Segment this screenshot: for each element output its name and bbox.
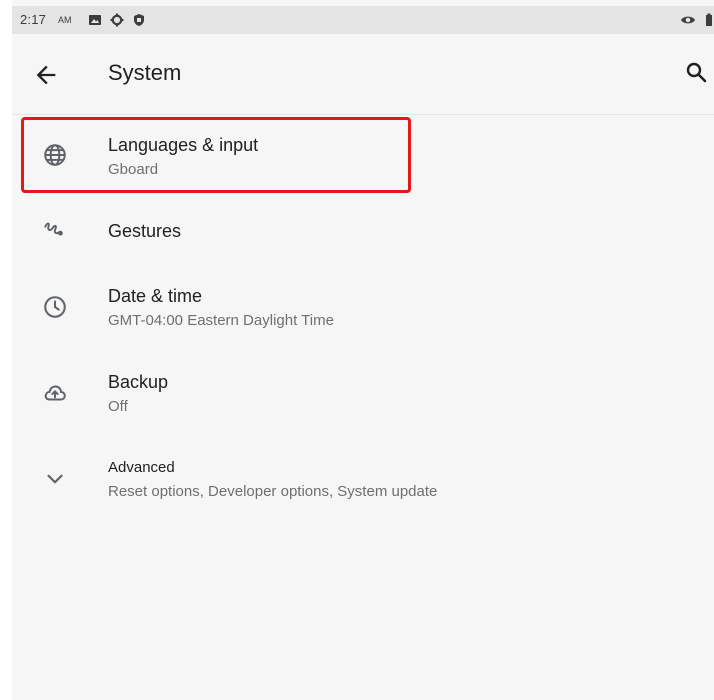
visibility-icon bbox=[681, 16, 695, 24]
chevron-down-icon bbox=[47, 474, 63, 484]
cloud-upload-icon bbox=[44, 385, 66, 401]
clock-icon bbox=[44, 296, 66, 318]
globe-icon bbox=[44, 144, 66, 166]
settings-item-backup[interactable]: Backup Off bbox=[12, 356, 714, 432]
status-time: 2:17 bbox=[20, 12, 47, 27]
status-bar: 2:17 AM bbox=[12, 6, 714, 34]
settings-item-languages-input[interactable]: Languages & input Gboard bbox=[12, 120, 714, 190]
settings-item-subtitle: GMT-04:00 Eastern Daylight Time bbox=[108, 312, 334, 329]
gear-icon bbox=[110, 13, 124, 27]
battery-icon bbox=[706, 13, 712, 26]
status-ampm: AM bbox=[58, 15, 72, 25]
arrow-back-icon[interactable] bbox=[32, 61, 60, 89]
settings-item-subtitle: Off bbox=[108, 398, 128, 415]
page-title: System bbox=[108, 60, 182, 85]
settings-item-title: Backup bbox=[108, 372, 169, 392]
settings-item-date-time[interactable]: Date & time GMT-04:00 Eastern Daylight T… bbox=[12, 270, 714, 346]
settings-item-gestures[interactable]: Gestures bbox=[12, 200, 714, 262]
app-bar: System bbox=[12, 34, 714, 115]
shield-icon bbox=[134, 14, 144, 26]
settings-item-title: Date & time bbox=[108, 286, 203, 306]
settings-item-subtitle: Reset options, Developer options, System… bbox=[108, 483, 438, 500]
settings-screen: 2:17 AM System Languages & input Gboard … bbox=[12, 0, 714, 700]
settings-item-advanced[interactable]: Advanced Reset options, Developer option… bbox=[12, 442, 714, 518]
settings-item-title: Gestures bbox=[108, 221, 182, 241]
search-icon[interactable] bbox=[684, 60, 708, 84]
settings-item-subtitle: Gboard bbox=[108, 161, 159, 178]
settings-item-title: Advanced bbox=[108, 459, 175, 476]
image-icon bbox=[89, 15, 101, 25]
gesture-icon bbox=[44, 222, 63, 236]
settings-item-title: Languages & input bbox=[108, 135, 259, 155]
